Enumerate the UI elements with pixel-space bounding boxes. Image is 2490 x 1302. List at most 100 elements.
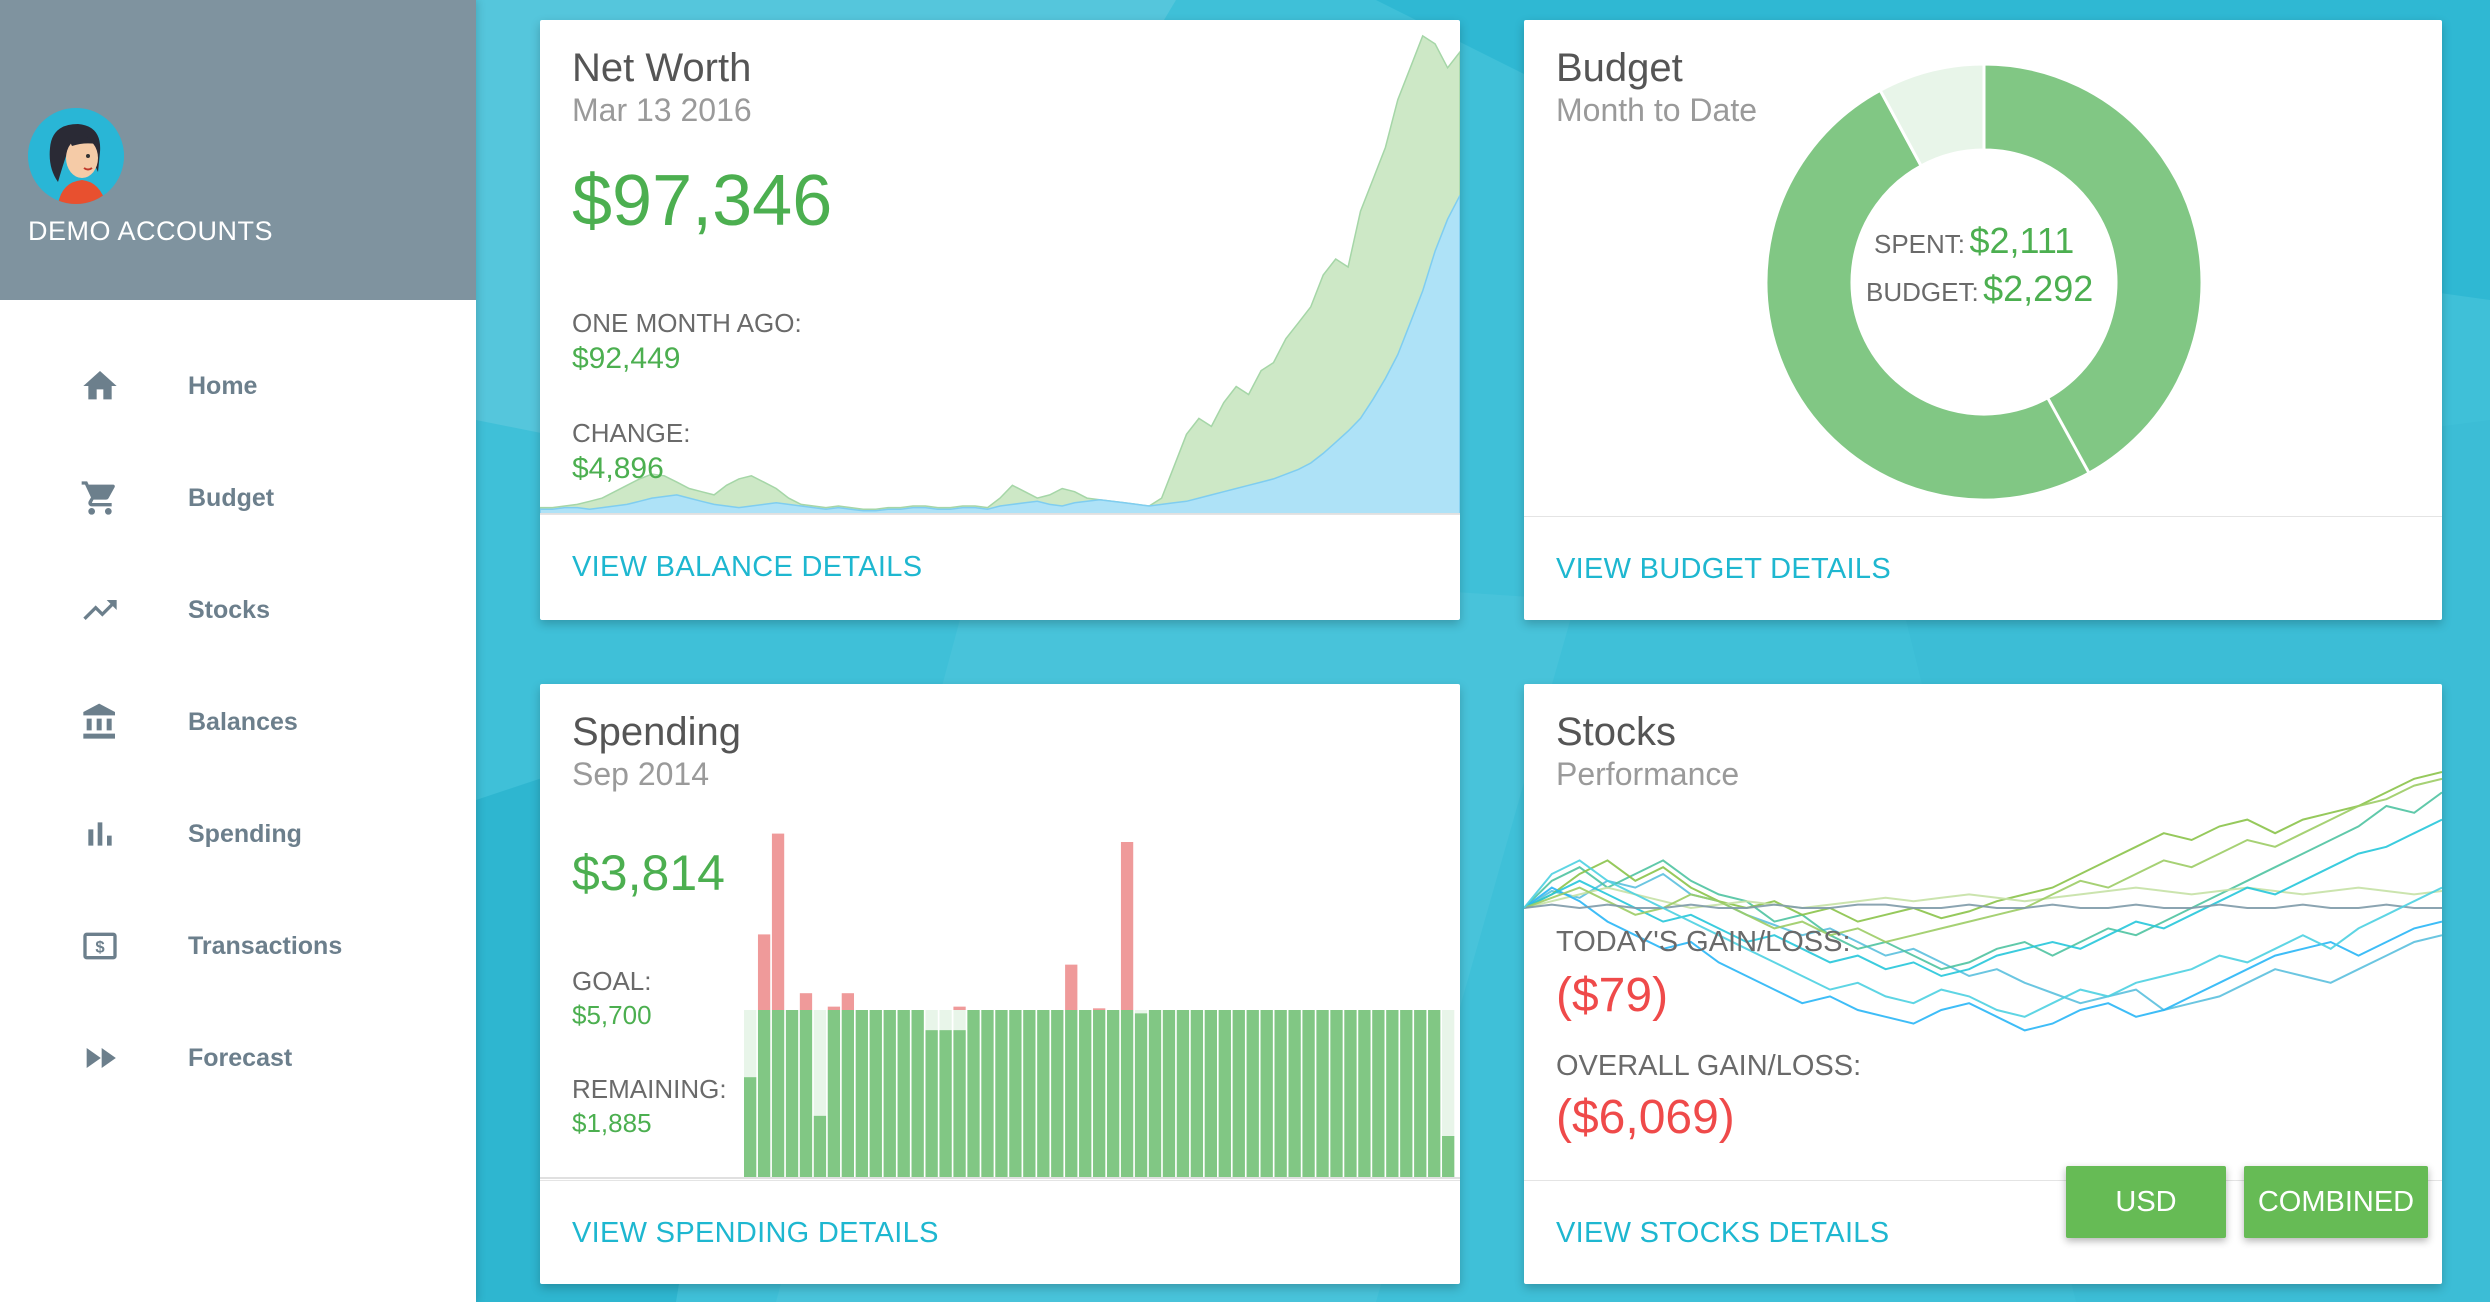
- spending-bar: [1372, 1010, 1385, 1178]
- spending-bar: [953, 1030, 966, 1178]
- spending-bar: [827, 1010, 841, 1178]
- today-gain-value: ($79): [1556, 969, 1669, 1022]
- goal-value: $5,700: [572, 1000, 652, 1030]
- view-budget-details-link[interactable]: VIEW BUDGET DETAILS: [1556, 553, 1891, 586]
- spending-bar: [1093, 1010, 1106, 1178]
- sidebar-item-label: Budget: [188, 483, 275, 512]
- spending-bar: [1428, 1010, 1441, 1178]
- remaining-label: REMAINING:: [572, 1074, 727, 1104]
- remaining-value: $1,885: [572, 1108, 652, 1138]
- net-worth-value: $97,346: [572, 161, 833, 241]
- sidebar-item-label: Home: [188, 371, 258, 400]
- card-date: Mar 13 2016: [572, 92, 752, 128]
- spending-bar: [1400, 1010, 1413, 1178]
- stock-series-line: [1524, 771, 2442, 923]
- spending-bar: [841, 1010, 855, 1178]
- net-worth-card: Net Worth Mar 13 2016 $97,346 ONE MONTH …: [540, 20, 1460, 620]
- card-footer: VIEW BUDGET DETAILS: [1524, 516, 2442, 620]
- budget-label: BUDGET:: [1866, 277, 1979, 307]
- spending-bar: [771, 1010, 785, 1178]
- spending-bar: [911, 1010, 924, 1178]
- today-gain-label: TODAY'S GAIN/LOSS:: [1556, 926, 1851, 958]
- account-label[interactable]: DEMO ACCOUNTS: [28, 216, 273, 247]
- spending-bar: [1414, 1010, 1427, 1178]
- month-ago-value: $92,449: [572, 342, 681, 375]
- spending-bar: [1260, 1010, 1273, 1178]
- spending-bar: [897, 1010, 910, 1178]
- spending-bar: [855, 1010, 868, 1178]
- usd-button[interactable]: USD: [2066, 1166, 2226, 1238]
- spending-bar: [1358, 1010, 1371, 1178]
- spending-bar: [1190, 1010, 1204, 1178]
- card-subtitle: Performance: [1556, 756, 1740, 792]
- sidebar: DEMO ACCOUNTS Home Budget Stocks Balance…: [0, 0, 476, 1302]
- card-footer: VIEW SPENDING DETAILS: [540, 1180, 1460, 1284]
- sidebar-item-stocks[interactable]: Stocks: [0, 554, 476, 666]
- spending-bar: [939, 1030, 952, 1178]
- combined-button[interactable]: COMBINED: [2244, 1166, 2428, 1238]
- spending-bar: [1218, 1010, 1231, 1178]
- spending-bar: [883, 1010, 896, 1178]
- spending-bar: [1232, 1010, 1245, 1178]
- card-title: Net Worth: [572, 46, 752, 90]
- view-stocks-details-link[interactable]: VIEW STOCKS DETAILS: [1556, 1217, 1889, 1250]
- spending-bar: [1330, 1010, 1343, 1178]
- spending-value: $3,814: [572, 845, 725, 901]
- spending-bar: [1051, 1010, 1064, 1178]
- spending-over-bar: [799, 993, 813, 1010]
- user-avatar-icon: [28, 108, 124, 204]
- spending-bar: [995, 1010, 1008, 1178]
- spending-bar: [1065, 1010, 1078, 1178]
- budget-card: Budget Month to Date SPENT: $2,111 BUDGE…: [1524, 20, 2442, 620]
- spending-over-bar: [1093, 1008, 1106, 1010]
- spending-bar: [925, 1030, 938, 1178]
- spending-bar: [1023, 1010, 1036, 1178]
- spent-row: SPENT: $2,111: [1874, 220, 2154, 262]
- spending-bar: [981, 1010, 994, 1178]
- spending-bar: [1316, 1010, 1329, 1178]
- sidebar-item-forecast[interactable]: Forecast: [0, 1002, 476, 1114]
- spending-over-bar: [757, 934, 771, 1010]
- fast-forward-icon: [80, 1038, 120, 1078]
- bank-icon: [80, 702, 120, 742]
- month-ago-label: ONE MONTH AGO:: [572, 308, 802, 338]
- sidebar-item-label: Forecast: [188, 1043, 293, 1072]
- home-icon: [80, 366, 120, 406]
- sidebar-item-label: Transactions: [188, 931, 343, 960]
- spending-bar: [1274, 1010, 1287, 1178]
- spending-over-bar: [771, 833, 785, 1010]
- spending-bar: [799, 1010, 813, 1178]
- view-balance-details-link[interactable]: VIEW BALANCE DETAILS: [572, 551, 922, 584]
- view-spending-details-link[interactable]: VIEW SPENDING DETAILS: [572, 1217, 939, 1250]
- spending-bar: [1442, 1136, 1455, 1178]
- sidebar-item-balances[interactable]: Balances: [0, 666, 476, 778]
- card-footer: VIEW BALANCE DETAILS: [540, 514, 1460, 620]
- spending-bar: [1009, 1010, 1022, 1178]
- sidebar-item-budget[interactable]: Budget: [0, 442, 476, 554]
- sidebar-item-label: Balances: [188, 707, 298, 736]
- sidebar-item-home[interactable]: Home: [0, 330, 476, 442]
- avatar[interactable]: [28, 108, 124, 204]
- spending-bar: [1176, 1010, 1190, 1178]
- card-date: Sep 2014: [572, 756, 710, 792]
- overall-gain-value: ($6,069): [1556, 1091, 1735, 1144]
- spending-over-bar: [953, 1006, 966, 1010]
- spending-bar: [744, 1077, 757, 1178]
- budget-value: $2,292: [1983, 268, 2094, 309]
- spending-over-bar: [1120, 842, 1134, 1010]
- spending-bar: [1204, 1010, 1217, 1178]
- sidebar-item-spending[interactable]: Spending: [0, 778, 476, 890]
- cart-icon: [80, 478, 120, 518]
- sidebar-item-label: Spending: [188, 819, 302, 848]
- budget-row: BUDGET: $2,292: [1866, 268, 2156, 310]
- spent-value: $2,111: [1969, 220, 2075, 261]
- sidebar-nav: Home Budget Stocks Balances Spending $ T…: [0, 330, 476, 1114]
- sidebar-item-transactions[interactable]: $ Transactions: [0, 890, 476, 1002]
- spending-bar: [1079, 1010, 1092, 1178]
- spending-bar: [757, 1010, 771, 1178]
- spending-bar: [813, 1115, 827, 1178]
- spending-bar: [1148, 1010, 1162, 1178]
- spending-over-bar: [841, 993, 855, 1010]
- spending-over-bar: [827, 1006, 841, 1010]
- spending-bar: [967, 1010, 980, 1178]
